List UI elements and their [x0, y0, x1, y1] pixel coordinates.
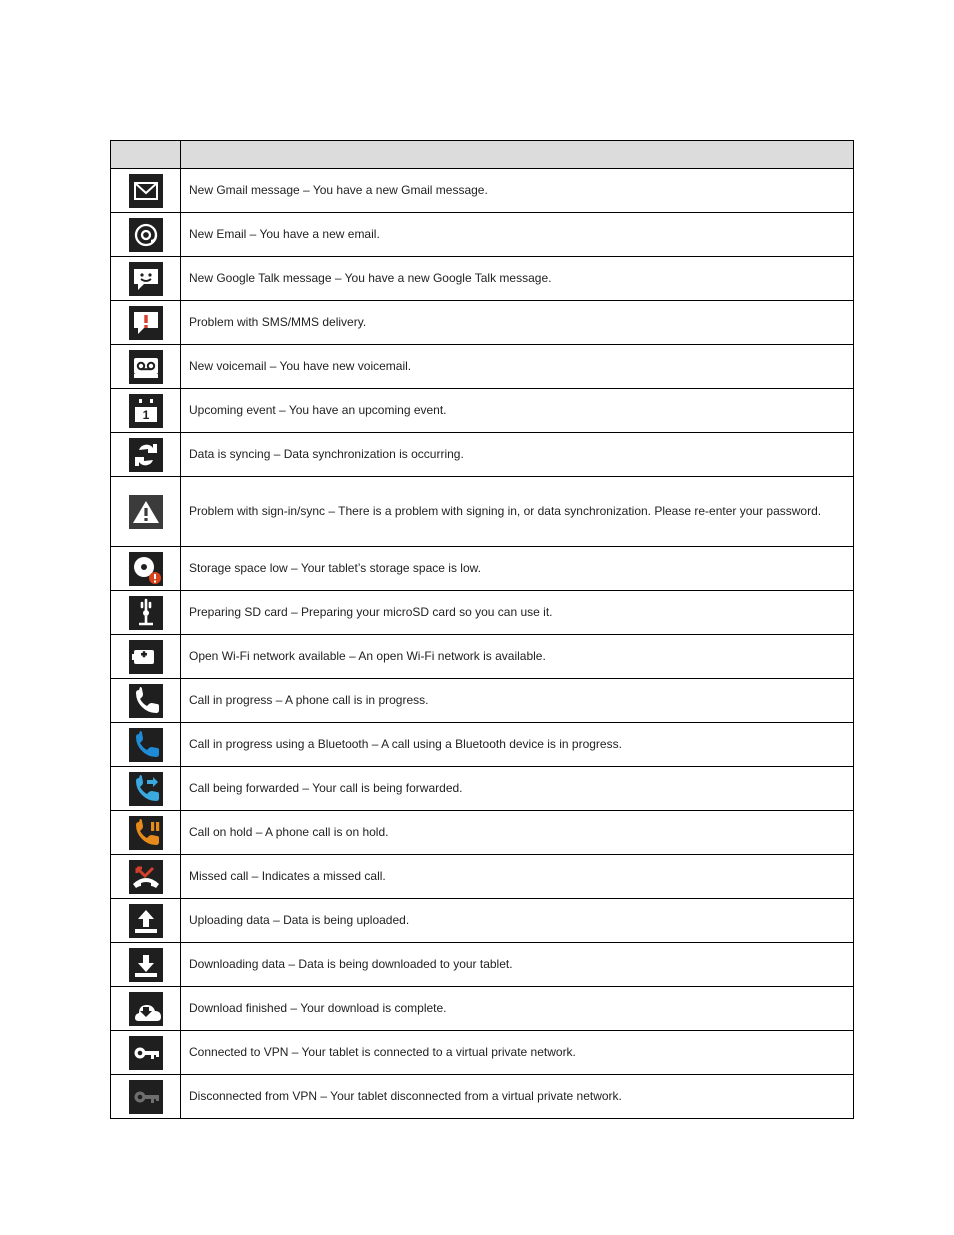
table-row: Call on hold – A phone call is on hold. [111, 811, 854, 855]
table-row: Upcoming event – You have an upcoming ev… [111, 389, 854, 433]
table-row: Uploading data – Data is being uploaded. [111, 899, 854, 943]
description-cell: Connected to VPN – Your tablet is connec… [181, 1031, 854, 1075]
icon-cell [111, 1075, 181, 1119]
table-row: Call in progress using a Bluetooth – A c… [111, 723, 854, 767]
icon-cell [111, 723, 181, 767]
sd-preparing-icon [129, 596, 163, 630]
icon-cell [111, 899, 181, 943]
description-cell: Preparing SD card – Preparing your micro… [181, 591, 854, 635]
icon-cell [111, 855, 181, 899]
description-cell: Call on hold – A phone call is on hold. [181, 811, 854, 855]
icon-cell [111, 679, 181, 723]
sign-in-error-icon [129, 495, 163, 529]
table-row: Download finished – Your download is com… [111, 987, 854, 1031]
icon-cell [111, 257, 181, 301]
data-sync-icon [129, 438, 163, 472]
email-icon [129, 218, 163, 252]
sms-problem-icon [129, 306, 163, 340]
description-cell: New voicemail – You have new voicemail. [181, 345, 854, 389]
header-desc [181, 141, 854, 169]
uploading-icon [129, 904, 163, 938]
description-cell: Disconnected from VPN – Your tablet disc… [181, 1075, 854, 1119]
description-cell: Call in progress using a Bluetooth – A c… [181, 723, 854, 767]
icon-cell [111, 547, 181, 591]
icon-cell [111, 345, 181, 389]
description-cell: Downloading data – Data is being downloa… [181, 943, 854, 987]
description-cell: Upcoming event – You have an upcoming ev… [181, 389, 854, 433]
description-cell: Open Wi-Fi network available – An open W… [181, 635, 854, 679]
table-row: Call in progress – A phone call is in pr… [111, 679, 854, 723]
icon-cell [111, 635, 181, 679]
downloading-icon [129, 948, 163, 982]
missed-call-icon [129, 860, 163, 894]
header-icon [111, 141, 181, 169]
table-header-row [111, 141, 854, 169]
call-hold-icon [129, 816, 163, 850]
call-forward-icon [129, 772, 163, 806]
icon-cell [111, 169, 181, 213]
vpn-disconnected-icon [129, 1080, 163, 1114]
description-cell: Call being forwarded – Your call is bein… [181, 767, 854, 811]
vpn-connected-icon [129, 1036, 163, 1070]
bluetooth-call-icon [129, 728, 163, 762]
table-row: Preparing SD card – Preparing your micro… [111, 591, 854, 635]
description-cell: Download finished – Your download is com… [181, 987, 854, 1031]
icon-cell [111, 301, 181, 345]
icon-cell [111, 389, 181, 433]
table-row: New Google Talk message – You have a new… [111, 257, 854, 301]
gmail-icon [129, 174, 163, 208]
icon-cell [111, 811, 181, 855]
table-row: Downloading data – Data is being downloa… [111, 943, 854, 987]
table-row: New Gmail message – You have a new Gmail… [111, 169, 854, 213]
table-row: Call being forwarded – Your call is bein… [111, 767, 854, 811]
wifi-available-icon [129, 640, 163, 674]
document-page: New Gmail message – You have a new Gmail… [0, 0, 954, 1235]
icon-cell [111, 943, 181, 987]
low-storage-icon [129, 552, 163, 586]
table-row: Problem with sign-in/sync – There is a p… [111, 477, 854, 547]
icon-cell [111, 213, 181, 257]
table-row: New Email – You have a new email. [111, 213, 854, 257]
notification-icons-table: New Gmail message – You have a new Gmail… [110, 140, 854, 1119]
table-row: Connected to VPN – Your tablet is connec… [111, 1031, 854, 1075]
table-row: Disconnected from VPN – Your tablet disc… [111, 1075, 854, 1119]
description-cell: Missed call – Indicates a missed call. [181, 855, 854, 899]
voicemail-icon [129, 350, 163, 384]
description-cell: Problem with SMS/MMS delivery. [181, 301, 854, 345]
description-cell: Data is syncing – Data synchronization i… [181, 433, 854, 477]
calendar-event-icon [129, 394, 163, 428]
icon-cell [111, 477, 181, 547]
description-cell: Storage space low – Your tablet’s storag… [181, 547, 854, 591]
icon-cell [111, 767, 181, 811]
download-finished-icon [129, 992, 163, 1026]
description-cell: New Email – You have a new email. [181, 213, 854, 257]
icon-cell [111, 591, 181, 635]
icon-cell [111, 987, 181, 1031]
call-progress-icon [129, 684, 163, 718]
icon-cell [111, 1031, 181, 1075]
table-row: Problem with SMS/MMS delivery. [111, 301, 854, 345]
description-cell: New Google Talk message – You have a new… [181, 257, 854, 301]
icon-cell [111, 433, 181, 477]
table-row: Data is syncing – Data synchronization i… [111, 433, 854, 477]
google-talk-icon [129, 262, 163, 296]
table-row: Storage space low – Your tablet’s storag… [111, 547, 854, 591]
table-row: New voicemail – You have new voicemail. [111, 345, 854, 389]
description-cell: New Gmail message – You have a new Gmail… [181, 169, 854, 213]
table-row: Missed call – Indicates a missed call. [111, 855, 854, 899]
description-cell: Call in progress – A phone call is in pr… [181, 679, 854, 723]
description-cell: Uploading data – Data is being uploaded. [181, 899, 854, 943]
description-cell: Problem with sign-in/sync – There is a p… [181, 477, 854, 547]
table-row: Open Wi-Fi network available – An open W… [111, 635, 854, 679]
